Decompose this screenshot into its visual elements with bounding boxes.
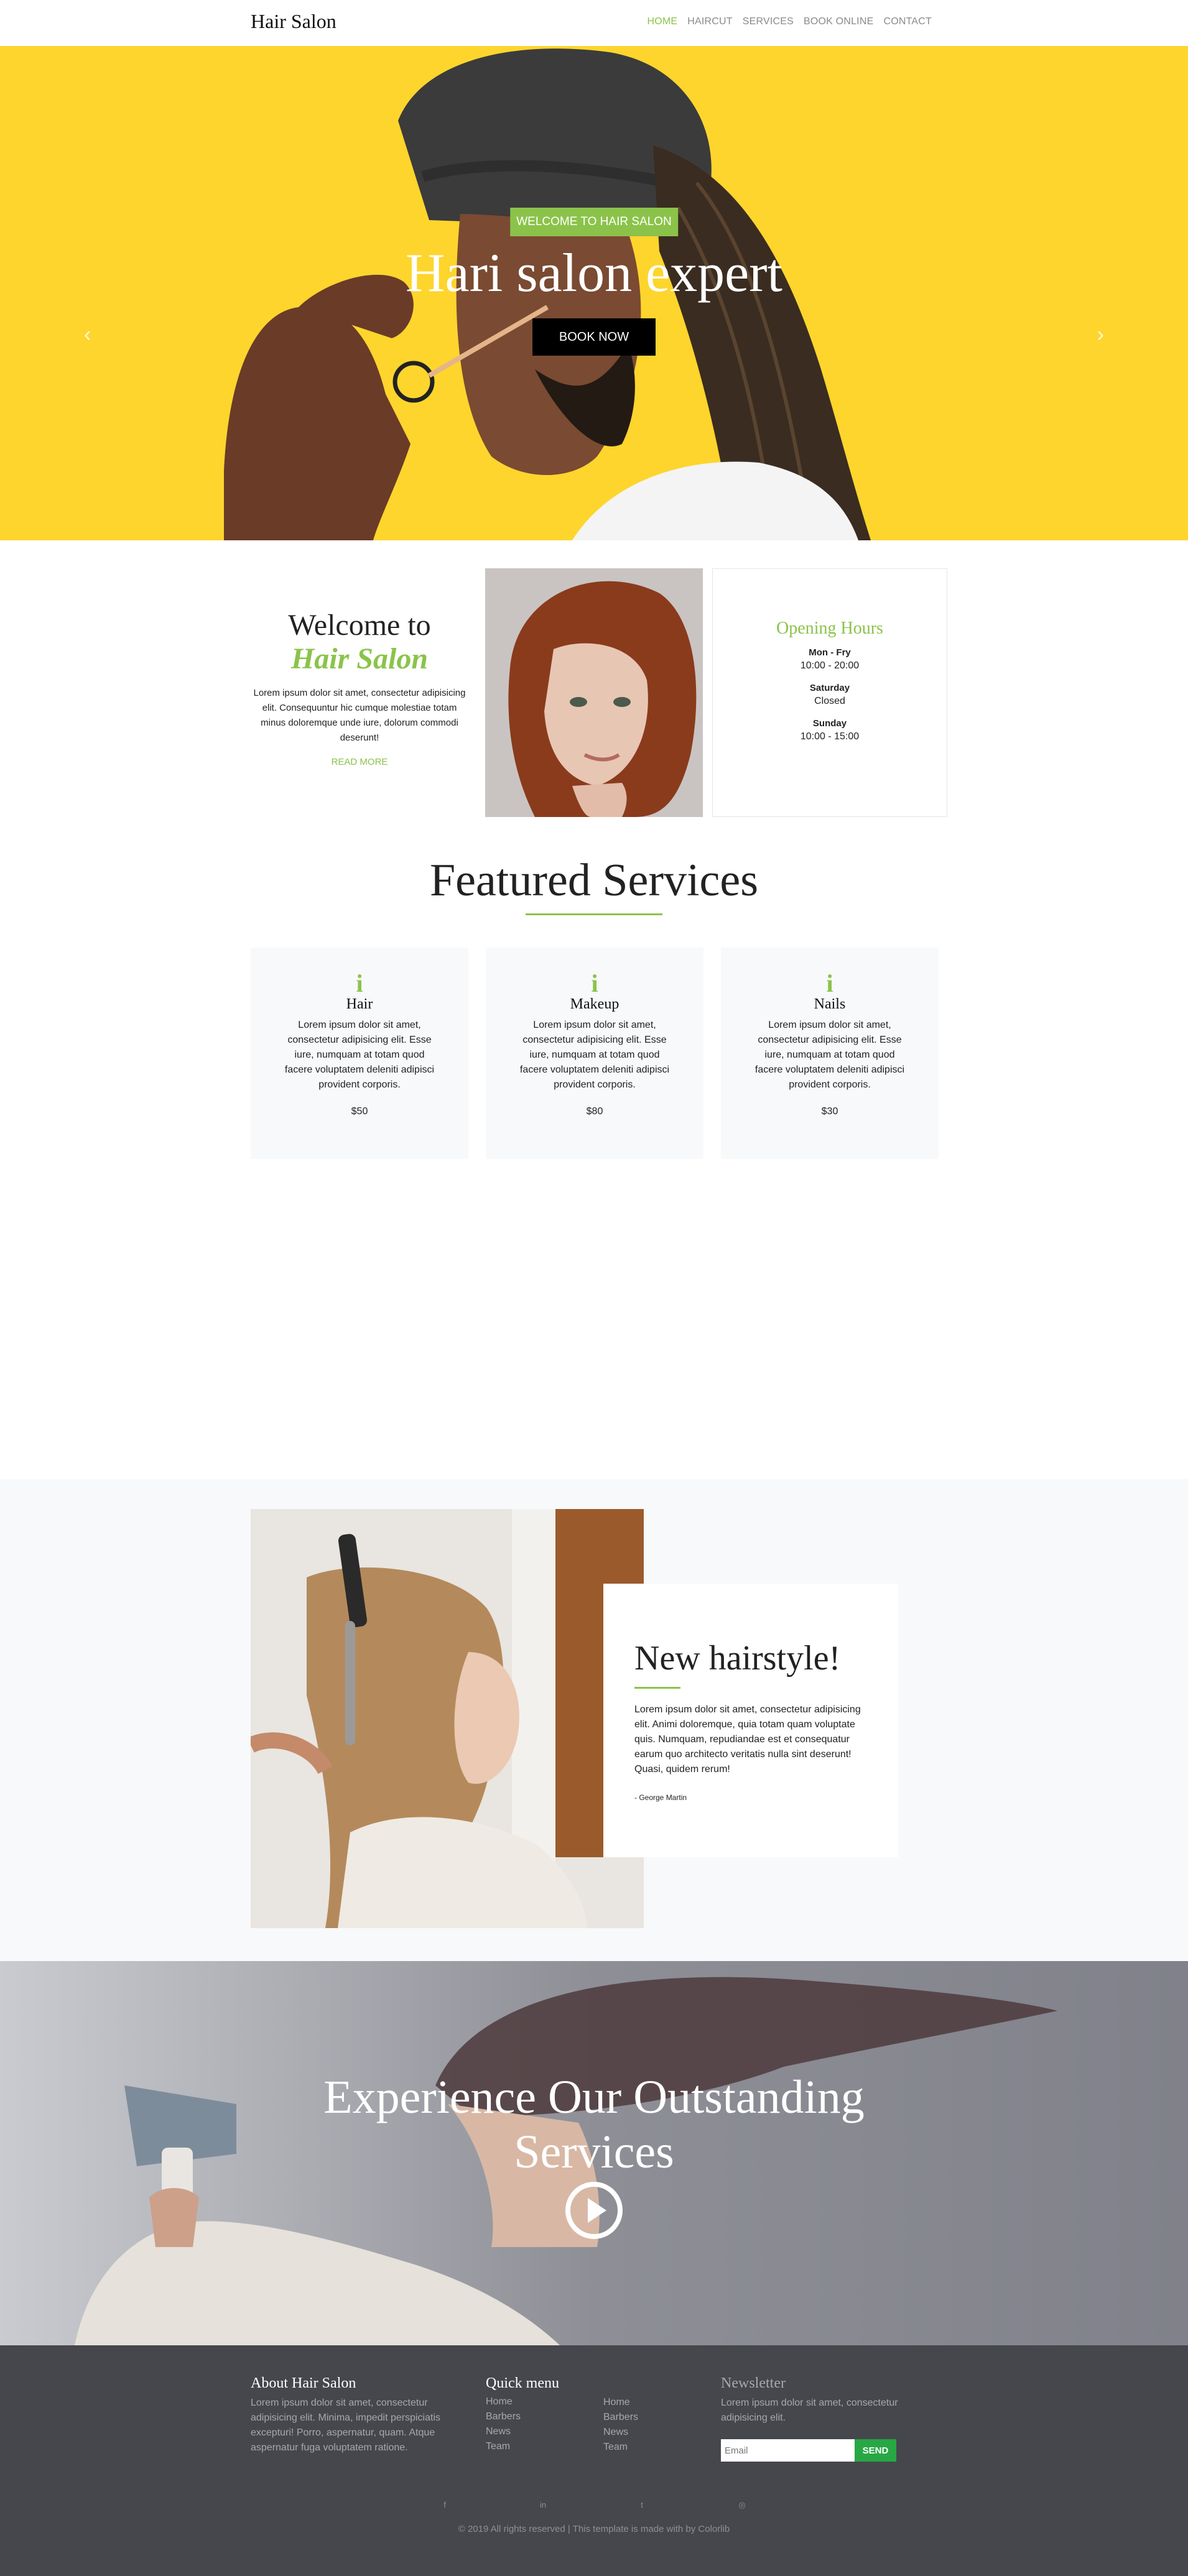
email-input[interactable] bbox=[721, 2439, 855, 2462]
service-name: Nails bbox=[814, 996, 846, 1012]
service-price: $80 bbox=[586, 1106, 603, 1117]
service-description: Lorem ipsum dolor sit amet, consectetur … bbox=[754, 1020, 905, 1090]
footer-about: About Hair Salon Lorem ipsum dolor sit a… bbox=[251, 2375, 450, 2455]
experience-title: Experience Our Outstanding Services bbox=[323, 2071, 865, 2178]
linkedin-icon[interactable]: in bbox=[539, 2501, 547, 2509]
hours-day: Mon - Fry bbox=[809, 647, 851, 658]
hero-title: Hari salon expert bbox=[406, 243, 782, 303]
hero-carousel: WELCOME TO HAIR SALON Hari salon expert … bbox=[0, 46, 1188, 540]
service-description: Lorem ipsum dolor sit amet, consectetur … bbox=[519, 1020, 670, 1090]
opening-hours-card: Opening Hours Mon - Fry 10:00 - 20:00 Sa… bbox=[712, 568, 947, 817]
info-icon: i bbox=[591, 969, 598, 997]
service-card-makeup[interactable]: i Makeup Lorem ipsum dolor sit amet, con… bbox=[486, 948, 703, 1159]
welcome-text-block: Welcome to Hair Salon Lorem ipsum dolor … bbox=[251, 609, 468, 768]
new-hairstyle-section: New hairstyle! Lorem ipsum dolor sit ame… bbox=[0, 1479, 1188, 1961]
service-description: Lorem ipsum dolor sit amet, consectetur … bbox=[284, 1020, 435, 1090]
service-card-nails[interactable]: i Nails Lorem ipsum dolor sit amet, cons… bbox=[721, 948, 939, 1159]
send-button[interactable]: SEND bbox=[855, 2439, 896, 2462]
nav-contact[interactable]: CONTACT bbox=[883, 16, 932, 27]
welcome-title-accent: Hair Salon bbox=[290, 642, 429, 675]
newsletter-form: SEND bbox=[721, 2439, 920, 2462]
service-card-hair[interactable]: i Hair Lorem ipsum dolor sit amet, conse… bbox=[251, 948, 468, 1159]
welcome-text: Lorem ipsum dolor sit amet, consectetur … bbox=[253, 688, 466, 743]
hero-tag: WELCOME TO HAIR SALON bbox=[510, 208, 678, 236]
copyright-text: © 2019 All rights reserved | This templa… bbox=[458, 2524, 730, 2534]
main-menu: HOME HAIRCUT SERVICES BOOK ONLINE CONTAC… bbox=[647, 16, 932, 27]
footer-link[interactable]: Home bbox=[603, 2395, 703, 2410]
title-divider bbox=[634, 1687, 680, 1689]
info-icon: i bbox=[826, 969, 833, 997]
top-navbar: Hair Salon HOME HAIRCUT SERVICES BOOK ON… bbox=[0, 0, 1188, 46]
footer-newsletter: Newsletter Lorem ipsum dolor sit amet, c… bbox=[721, 2375, 920, 2462]
quick-links-list: Home Barbers News Team bbox=[486, 2394, 585, 2454]
portrait-photo bbox=[485, 568, 703, 817]
nav-services[interactable]: SERVICES bbox=[743, 16, 794, 27]
footer-quick-menu-2: Home Barbers News Team bbox=[603, 2393, 703, 2455]
featured-services-section: Featured Services i Hair Lorem ipsum dol… bbox=[0, 839, 1188, 1479]
quick-links-list: Home Barbers News Team bbox=[603, 2395, 703, 2455]
footer-about-text: Lorem ipsum dolor sit amet, consectetur … bbox=[251, 2398, 441, 2453]
read-more-link[interactable]: READ MORE bbox=[332, 757, 388, 767]
facebook-icon[interactable]: f bbox=[440, 2501, 449, 2509]
opening-hours-title: Opening Hours bbox=[776, 619, 883, 638]
nav-haircut[interactable]: HAIRCUT bbox=[687, 16, 733, 27]
service-price: $30 bbox=[821, 1106, 838, 1117]
site-footer: About Hair Salon Lorem ipsum dolor sit a… bbox=[0, 2345, 1188, 2576]
footer-link[interactable]: Home bbox=[486, 2394, 585, 2409]
nav-book-online[interactable]: BOOK ONLINE bbox=[804, 16, 873, 27]
newsletter-text: Lorem ipsum dolor sit amet, consectetur … bbox=[721, 2398, 898, 2423]
service-name: Hair bbox=[346, 996, 373, 1012]
chevron-left-icon[interactable]: ‹ bbox=[84, 323, 91, 347]
hours-time: 10:00 - 20:00 bbox=[800, 660, 860, 671]
footer-link[interactable]: Barbers bbox=[486, 2409, 585, 2424]
footer-about-title: About Hair Salon bbox=[251, 2375, 356, 2391]
info-icon: i bbox=[356, 969, 363, 997]
welcome-title: Welcome to bbox=[288, 609, 431, 642]
hours-day: Sunday bbox=[812, 718, 847, 729]
chevron-right-icon[interactable]: › bbox=[1097, 323, 1104, 347]
instagram-icon[interactable]: ◎ bbox=[738, 2501, 746, 2509]
twitter-icon[interactable]: t bbox=[638, 2501, 646, 2509]
new-hairstyle-text: Lorem ipsum dolor sit amet, consectetur … bbox=[634, 1704, 861, 1775]
hairstyling-photo bbox=[251, 1509, 644, 1928]
footer-link[interactable]: Team bbox=[486, 2439, 585, 2454]
footer-link[interactable]: Team bbox=[603, 2440, 703, 2455]
footer-link[interactable]: Barbers bbox=[603, 2410, 703, 2425]
play-circle-icon[interactable] bbox=[564, 2181, 624, 2240]
hours-time: 10:00 - 15:00 bbox=[800, 731, 860, 742]
hours-time: Closed bbox=[814, 696, 845, 706]
new-hairstyle-title: New hairstyle! bbox=[634, 1639, 841, 1678]
featured-services-title: Featured Services bbox=[429, 855, 759, 906]
book-now-button[interactable]: BOOK NOW bbox=[532, 318, 656, 356]
experience-banner: Experience Our Outstanding Services bbox=[0, 1961, 1188, 2345]
title-divider bbox=[526, 913, 662, 915]
welcome-section: Welcome to Hair Salon Lorem ipsum dolor … bbox=[0, 540, 1188, 839]
nav-home[interactable]: HOME bbox=[647, 16, 677, 27]
footer-quick-menu: Quick menu Home Barbers News Team bbox=[486, 2375, 585, 2454]
service-name: Makeup bbox=[570, 996, 620, 1012]
new-hairstyle-card: New hairstyle! Lorem ipsum dolor sit ame… bbox=[603, 1584, 898, 1857]
footer-link[interactable]: News bbox=[603, 2425, 703, 2440]
service-price: $50 bbox=[351, 1106, 368, 1117]
footer-link[interactable]: News bbox=[486, 2424, 585, 2439]
newsletter-title: Newsletter bbox=[721, 2375, 786, 2391]
hours-day: Saturday bbox=[809, 683, 850, 693]
site-logo[interactable]: Hair Salon bbox=[251, 10, 336, 33]
quote-author: - George Martin bbox=[634, 1793, 687, 1802]
footer-quick-title: Quick menu bbox=[486, 2375, 559, 2391]
